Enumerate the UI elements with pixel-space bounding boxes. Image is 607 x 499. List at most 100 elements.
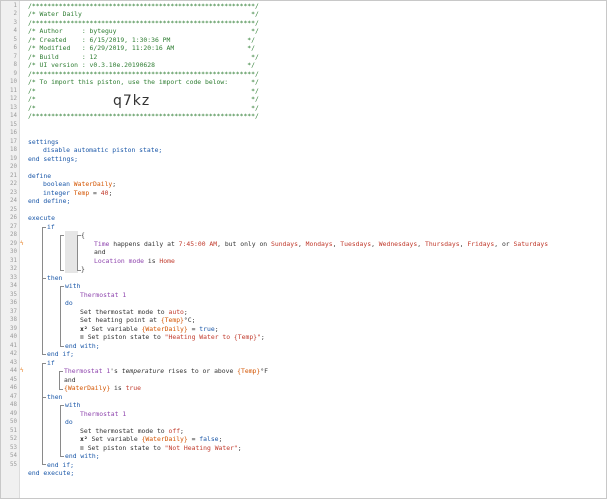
then-keyword: then [47,392,63,401]
day-saturdays: Saturdays [513,239,549,248]
day-tuesdays: Tuesdays [340,239,372,248]
condition-group-bracket [60,235,64,271]
condition-operator: happens daily at [109,239,179,248]
execute-keyword[interactable]: execute [28,214,55,223]
operator-and[interactable]: and [64,376,76,385]
day-sundays: Sundays [271,239,298,248]
line-number: 4 [13,28,18,34]
end-define-keyword: end define; [28,197,71,205]
action-variable-waterdaily: {WaterDaily} [141,324,188,333]
action-set-piston-state[interactable]: ≣ Set piston state to "Not Heating Water… [80,444,242,453]
action-set-heating-point[interactable]: Set heating point at {Temp}°C; [80,316,195,325]
action-set-variable-false[interactable]: x² Set variable {WaterDaily} = false; [80,435,222,444]
condition-group-bracket [59,371,63,390]
line-number: 38 [10,317,17,323]
comment-border-top: /***************************************… [28,1,259,10]
condition-attribute-temperature: temperature [121,367,165,375]
line-number: 44 [10,368,17,374]
variable-name-temp: Temp [73,188,90,197]
with-block-guide [60,346,64,347]
line-number: 53 [10,444,17,451]
define-keyword[interactable]: define [28,172,51,181]
line-number: 19 [10,155,17,162]
action-set-thermostat-mode[interactable]: Set thermostat mode to auto; [80,308,188,317]
condition-location-mode[interactable]: Location mode is Home [94,257,175,266]
line-number: 6 [13,45,18,51]
condition-value-home: Home [159,256,175,265]
day-mondays: Mondays [305,239,333,248]
comment-border: /***************************************… [28,69,259,78]
end-if-keyword: end if; [47,460,74,469]
condition-operator: is [110,384,126,392]
line-number: 46 [10,385,17,391]
line-number: 3 [13,19,18,26]
do-keyword: do [65,418,73,426]
line-number: 50 [10,419,17,425]
comment-ui-version: /* UI version : v0.3.10e.20190628 */ [28,61,256,69]
variable-declaration-temp[interactable]: integer Temp = 40; [43,189,112,198]
operator-and[interactable]: and [94,248,106,257]
piston-code-editor: /***************************************… [0,0,607,499]
assign-op: = [187,324,200,333]
if-block-guide [42,227,43,354]
statement-end: ; [180,426,184,435]
statement-end: ; [214,324,219,333]
if-keyword[interactable]: if [47,359,55,368]
line-number: 7 [13,53,18,60]
action-set-piston-state[interactable]: ≣ Set piston state to "Heating Water to … [80,333,265,342]
variable-x-icon: x² [80,324,88,333]
condition-temperature-rises[interactable]: Thermostat 1's temperature rises to or a… [64,367,268,376]
line-number: 39 [10,325,17,332]
with-keyword[interactable]: with [65,282,80,291]
end-settings-keyword: end settings; [28,154,79,163]
end-if-keyword: end if; [47,350,74,358]
if-block-guide [42,278,46,279]
condition-value-temp: {Temp} [237,367,261,375]
variable-declaration-waterdaily[interactable]: boolean WaterDaily; [43,180,116,189]
settings-keyword[interactable]: settings [28,138,59,147]
line-number: 27 [10,223,17,230]
line-number: 2 [13,11,18,17]
if-block-guide [42,397,46,398]
settings-item[interactable]: disable automatic piston state; [43,146,162,155]
trigger-flag-icon: ϟ [20,239,24,247]
condition-time-happens[interactable]: Time happens daily at 7:45:00 AM, but on… [94,240,548,249]
comment-import-text: /* To import this piston, use the import… [28,78,259,86]
end-execute-keyword: end execute; [28,469,75,477]
device-thermostat-1[interactable]: Thermostat 1 [80,410,126,419]
group-brace-open[interactable]: { [81,231,85,240]
if-keyword[interactable]: if [47,223,55,232]
condition-waterdaily-true[interactable]: {WaterDaily} is true [64,384,141,393]
condition-restriction-text: , but only on [217,239,272,248]
device-thermostat-1[interactable]: Thermostat 1 [80,291,126,300]
action-text: Set variable [87,435,142,443]
trigger-flag-icon: ϟ [20,367,24,374]
line-number: 26 [10,215,17,221]
end-with-keyword: end with; [65,341,100,350]
condition-subject-time: Time [94,239,110,248]
if-block-guide [42,363,43,464]
action-text: Set thermostat mode to [80,307,169,316]
action-set-variable-true[interactable]: x² Set variable {WaterDaily} = true; [80,325,219,334]
with-keyword[interactable]: with [65,401,80,410]
line-number: 16 [10,130,17,136]
line-number: 14 [10,113,17,119]
line-number: 15 [10,121,17,128]
line-number: 43 [10,359,17,366]
condition-operator: is [144,256,160,265]
with-block-guide [60,405,64,406]
import-code[interactable]: q7kz [113,93,150,109]
action-set-thermostat-mode[interactable]: Set thermostat mode to off; [80,427,184,436]
comment-border: /***************************************… [28,18,259,27]
line-number: 21 [10,172,17,179]
comment-title: /* Water Daily */ [28,10,259,18]
line-number: 42 [10,351,17,357]
assign-op: = [89,188,101,197]
line-number: 41 [10,342,17,349]
condition-value-time: 7:45:00 AM [178,239,218,248]
code-area: /***************************************… [1,1,606,498]
variable-x-icon: x² [80,435,88,443]
if-block-guide [42,363,46,364]
end-with-keyword: end with; [65,452,100,460]
line-number: 40 [10,334,17,340]
